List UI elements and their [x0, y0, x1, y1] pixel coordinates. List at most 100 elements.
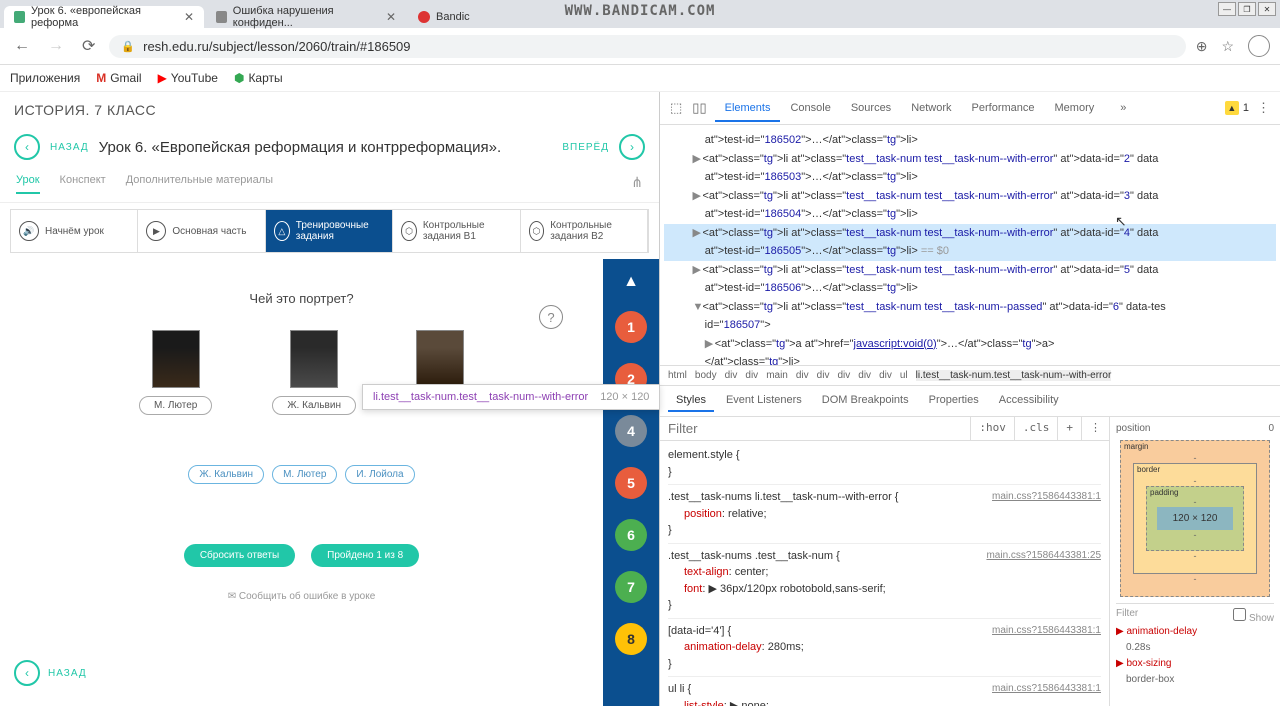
- inspect-icon[interactable]: ⬚: [668, 98, 684, 118]
- devtools-menu[interactable]: ⋮: [1255, 98, 1272, 118]
- progress-button[interactable]: Пройдено 1 из 8: [311, 544, 419, 567]
- search-icon[interactable]: ⊕: [1196, 38, 1208, 55]
- device-icon[interactable]: ▯▯: [690, 98, 708, 118]
- bookmark-youtube[interactable]: ▶YouTube: [158, 71, 218, 85]
- crumb-item[interactable]: body: [695, 370, 717, 381]
- devtools-tab-performance[interactable]: Performance: [962, 96, 1045, 120]
- crumb-item[interactable]: div: [837, 370, 850, 381]
- dom-tree[interactable]: ↖ at">test-id="186502">…</at">class="tg"…: [660, 125, 1280, 365]
- hov-toggle[interactable]: :hov: [970, 417, 1014, 440]
- computed-filter[interactable]: Filter: [1116, 608, 1138, 624]
- style-tab[interactable]: DOM Breakpoints: [814, 390, 917, 412]
- url-input[interactable]: 🔒 resh.edu.ru/subject/lesson/2060/train/…: [109, 35, 1185, 58]
- help-button[interactable]: ?: [539, 305, 563, 329]
- browser-tab-1[interactable]: Ошибка нарушения конфиден... ✕: [206, 6, 406, 28]
- star-icon[interactable]: ☆: [1221, 38, 1234, 55]
- profile-icon[interactable]: [1248, 35, 1270, 57]
- nav-test-b1[interactable]: ⬡Контрольные задания B1: [393, 210, 520, 252]
- task-num-1[interactable]: 1: [615, 311, 647, 343]
- browser-tab-0[interactable]: Урок 6. «европейская реформа ✕: [4, 6, 204, 28]
- crumb-item[interactable]: div: [858, 370, 871, 381]
- minimize-button[interactable]: —: [1218, 2, 1236, 16]
- share-icon[interactable]: ⋔: [631, 174, 643, 194]
- portrait-image[interactable]: [290, 330, 338, 388]
- subtab-extra[interactable]: Дополнительные материалы: [126, 174, 273, 194]
- portrait-image[interactable]: [152, 330, 200, 388]
- browser-tab-2[interactable]: Bandic: [408, 6, 480, 28]
- prev-lesson-button[interactable]: ‹: [14, 134, 40, 160]
- crumb-item[interactable]: div: [817, 370, 830, 381]
- devtools-tab-sources[interactable]: Sources: [841, 96, 901, 120]
- crumb-item[interactable]: main: [766, 370, 788, 381]
- forward-button[interactable]: →: [44, 35, 68, 57]
- show-all-checkbox[interactable]: [1233, 608, 1246, 621]
- style-tab[interactable]: Styles: [668, 390, 714, 412]
- back-button[interactable]: ←: [10, 35, 34, 57]
- dom-line[interactable]: ▶<at">class="tg">li at">class="test__tas…: [664, 187, 1276, 206]
- crumb-item[interactable]: div: [879, 370, 892, 381]
- dom-line[interactable]: at">test-id="186504">…</at">class="tg">l…: [664, 205, 1276, 224]
- crumb-item[interactable]: div: [796, 370, 809, 381]
- apps-label[interactable]: Приложения: [10, 71, 80, 85]
- computed-list[interactable]: ▶ animation-delay0.28s▶ box-sizingborder…: [1116, 624, 1274, 688]
- crumb-item[interactable]: ul: [900, 370, 908, 381]
- devtools-tab-elements[interactable]: Elements: [715, 96, 781, 122]
- crumb-item[interactable]: li.test__task-num.test__task-num--with-e…: [916, 370, 1112, 381]
- bookmark-maps[interactable]: ⬢Карты: [234, 71, 283, 85]
- dom-breadcrumb[interactable]: htmlbodydivdivmaindivdivdivdivdivulli.te…: [660, 365, 1280, 386]
- chip[interactable]: И. Лойола: [345, 465, 414, 484]
- crumb-item[interactable]: div: [725, 370, 738, 381]
- dom-line[interactable]: at">test-id="186502">…</at">class="tg">l…: [664, 131, 1276, 150]
- nav-test-b2[interactable]: ⬡Контрольные задания B2: [521, 210, 648, 252]
- task-num-6[interactable]: 6: [615, 519, 647, 551]
- report-error-link[interactable]: ✉ Сообщить об ошибке в уроке: [20, 591, 583, 602]
- dom-line[interactable]: id="186507">: [664, 316, 1276, 335]
- dom-line[interactable]: at">test-id="186505">…</at">class="tg">l…: [664, 242, 1276, 261]
- portrait-label[interactable]: Ж. Кальвин: [272, 396, 356, 415]
- dom-line[interactable]: at">test-id="186506">…</at">class="tg">l…: [664, 279, 1276, 298]
- tab-close-icon[interactable]: ✕: [184, 10, 194, 24]
- reload-button[interactable]: ⟳: [78, 34, 99, 58]
- box-model[interactable]: margin- border- padding- 120 × 120 - - -: [1120, 440, 1270, 597]
- devtools-tab-console[interactable]: Console: [780, 96, 840, 120]
- back-circle-button[interactable]: ‹: [14, 660, 40, 686]
- reset-button[interactable]: Сбросить ответы: [184, 544, 295, 567]
- dom-line[interactable]: ▶<at">class="tg">a at">href="javascript:…: [664, 335, 1276, 354]
- style-tab[interactable]: Properties: [921, 390, 987, 412]
- more-tabs[interactable]: »: [1110, 96, 1136, 120]
- subtab-lesson[interactable]: Урок: [16, 174, 40, 194]
- warnings[interactable]: ▲1: [1225, 101, 1249, 115]
- task-num-5[interactable]: 5: [615, 467, 647, 499]
- task-num-▲[interactable]: ▲: [623, 273, 639, 291]
- devtools-tab-memory[interactable]: Memory: [1045, 96, 1105, 120]
- chip[interactable]: М. Лютер: [272, 465, 337, 484]
- task-num-8[interactable]: 8: [615, 623, 647, 655]
- crumb-item[interactable]: div: [745, 370, 758, 381]
- dom-line[interactable]: at">test-id="186503">…</at">class="tg">l…: [664, 168, 1276, 187]
- tab-close-icon[interactable]: ✕: [386, 10, 396, 24]
- styles-menu[interactable]: ⋮: [1081, 417, 1109, 440]
- css-rules[interactable]: element.style {}main.css?1586443381:1.te…: [660, 441, 1109, 706]
- styles-filter-input[interactable]: [660, 417, 970, 440]
- next-lesson-button[interactable]: ›: [619, 134, 645, 160]
- nav-main[interactable]: ▶Основная часть: [138, 210, 265, 252]
- dom-line[interactable]: </at">class="tg">li>: [664, 353, 1276, 365]
- nav-training[interactable]: △Тренировочные задания: [266, 210, 393, 252]
- add-rule-button[interactable]: +: [1057, 417, 1081, 440]
- style-tab[interactable]: Event Listeners: [718, 390, 810, 412]
- task-num-4[interactable]: 4: [615, 415, 647, 447]
- dom-line[interactable]: ▶<at">class="tg">li at">class="test__tas…: [664, 224, 1276, 243]
- dom-line[interactable]: ▼<at">class="tg">li at">class="test__tas…: [664, 298, 1276, 317]
- nav-start[interactable]: 🔊Начнём урок: [11, 210, 138, 252]
- task-num-7[interactable]: 7: [615, 571, 647, 603]
- chip[interactable]: Ж. Кальвин: [188, 465, 264, 484]
- bookmark-gmail[interactable]: MGmail: [96, 71, 141, 85]
- dom-line[interactable]: ▶<at">class="tg">li at">class="test__tas…: [664, 150, 1276, 169]
- cls-toggle[interactable]: .cls: [1014, 417, 1058, 440]
- devtools-tab-network[interactable]: Network: [901, 96, 961, 120]
- portrait-image[interactable]: [416, 330, 464, 388]
- dom-line[interactable]: ▶<at">class="tg">li at">class="test__tas…: [664, 261, 1276, 280]
- style-tab[interactable]: Accessibility: [991, 390, 1067, 412]
- close-button[interactable]: ✕: [1258, 2, 1276, 16]
- maximize-button[interactable]: ❐: [1238, 2, 1256, 16]
